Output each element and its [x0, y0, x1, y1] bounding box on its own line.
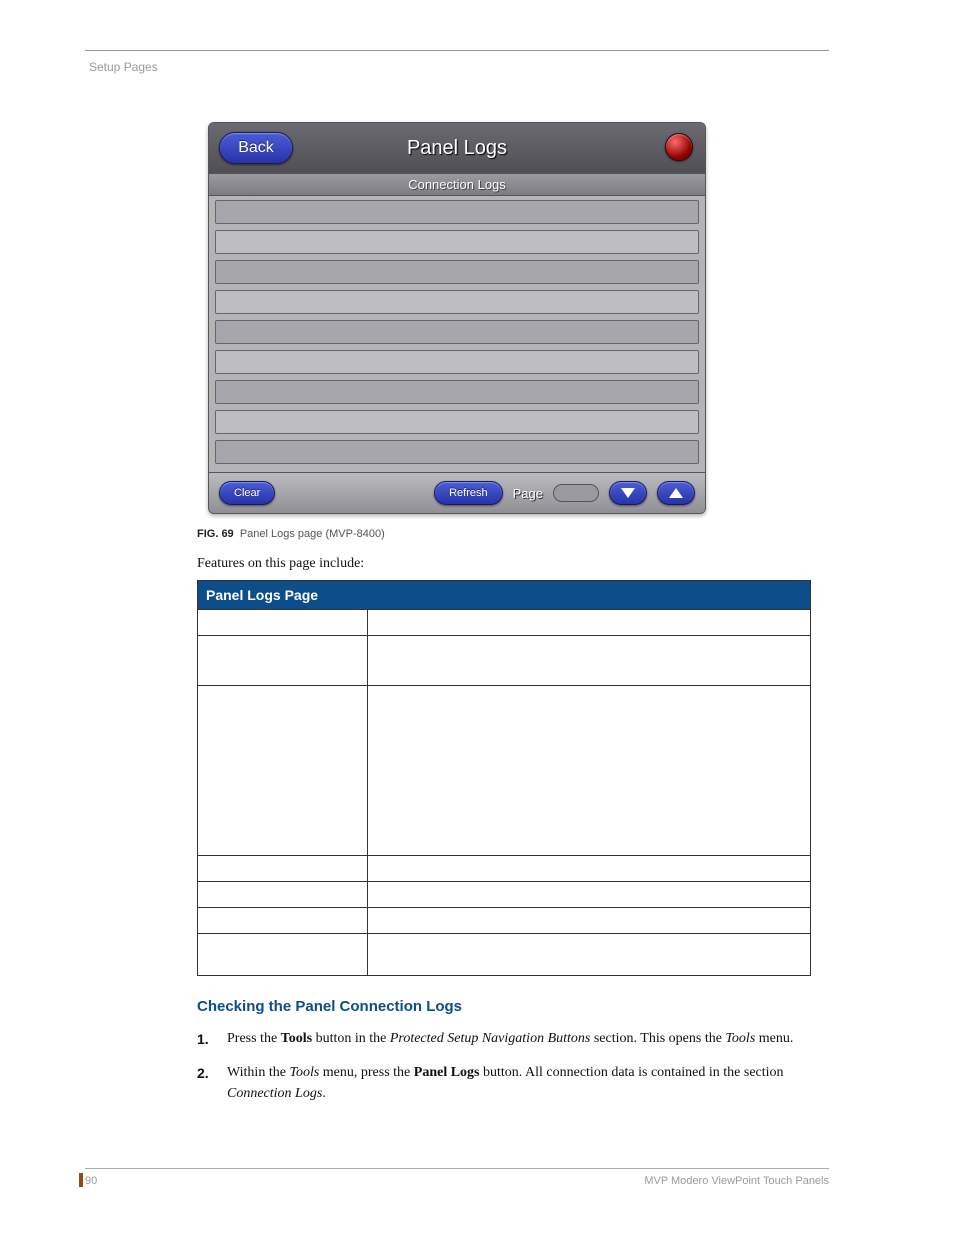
log-row	[215, 200, 699, 224]
step-text: Within the Tools menu, press the Panel L…	[227, 1063, 811, 1104]
features-table: Panel Logs Page	[197, 580, 811, 976]
chevron-down-icon	[621, 488, 635, 498]
figure-text: Panel Logs page (MVP-8400)	[240, 528, 385, 540]
list-item: 2. Within the Tools menu, press the Pane…	[197, 1063, 811, 1104]
page-readout	[553, 484, 599, 502]
figure-number: FIG. 69	[197, 528, 234, 540]
back-button[interactable]: Back	[219, 132, 293, 164]
panel-logs-screenshot: Back Panel Logs Connection Logs Clear Re…	[208, 122, 706, 514]
table-title: Panel Logs Page	[198, 581, 811, 610]
doc-title: MVP Modero ViewPoint Touch Panels	[644, 1175, 829, 1187]
log-row	[215, 350, 699, 374]
log-row	[215, 380, 699, 404]
chevron-up-icon	[669, 488, 683, 498]
clear-button[interactable]: Clear	[219, 481, 275, 505]
page-up-button[interactable]	[657, 481, 695, 505]
figure-caption: FIG. 69 Panel Logs page (MVP-8400)	[197, 528, 829, 540]
page-down-button[interactable]	[609, 481, 647, 505]
panel-titlebar: Back Panel Logs	[209, 123, 705, 173]
page-number: 90	[85, 1175, 97, 1187]
page-label: Page	[513, 486, 543, 501]
status-indicator-icon	[665, 133, 693, 161]
features-intro: Features on this page include:	[197, 556, 829, 572]
panel-footer: Clear Refresh Page	[209, 472, 705, 513]
list-item: 1. Press the Tools button in the Protect…	[197, 1029, 811, 1049]
log-row	[215, 290, 699, 314]
steps-list: 1. Press the Tools button in the Protect…	[197, 1029, 811, 1104]
step-number: 2.	[197, 1063, 215, 1104]
log-row	[215, 260, 699, 284]
log-rows	[209, 196, 705, 472]
refresh-button[interactable]: Refresh	[434, 481, 503, 505]
step-text: Press the Tools button in the Protected …	[227, 1029, 793, 1049]
connection-logs-header: Connection Logs	[209, 173, 705, 196]
log-row	[215, 320, 699, 344]
step-number: 1.	[197, 1029, 215, 1049]
log-row	[215, 230, 699, 254]
subheading: Checking the Panel Connection Logs	[197, 998, 829, 1015]
log-row	[215, 440, 699, 464]
page-footer: 90 MVP Modero ViewPoint Touch Panels	[85, 1168, 829, 1187]
log-row	[215, 410, 699, 434]
section-header: Setup Pages	[89, 60, 829, 74]
